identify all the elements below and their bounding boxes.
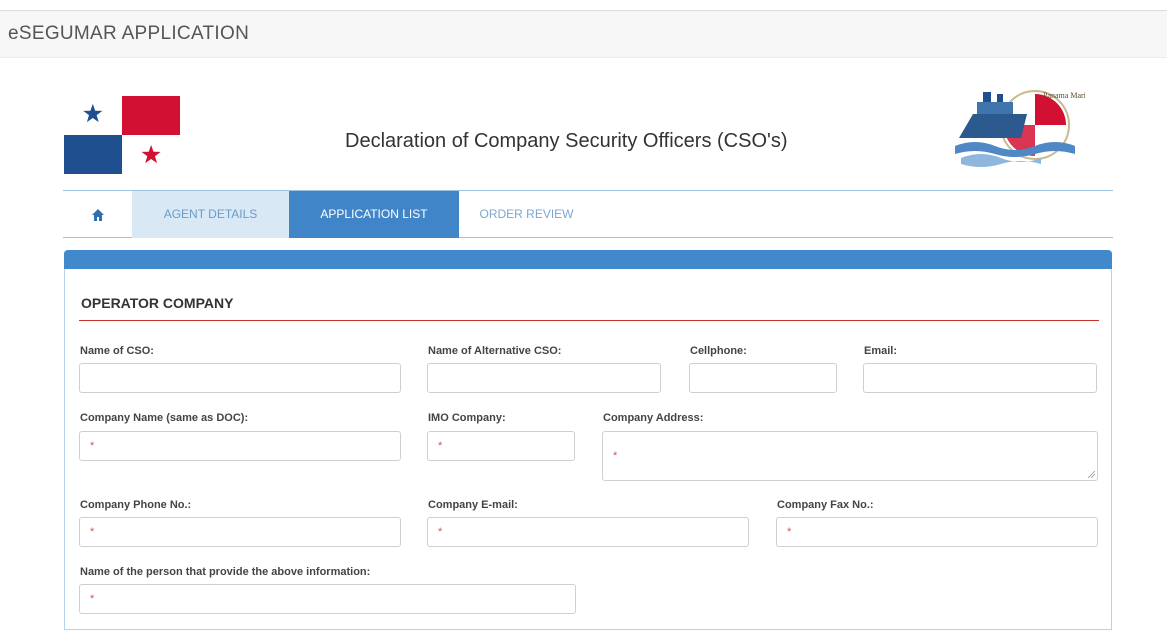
company-address-textarea[interactable]: * bbox=[602, 431, 1098, 481]
required-marker: * bbox=[90, 526, 95, 538]
panel-header-bar bbox=[64, 250, 1112, 269]
page-title: Declaration of Company Security Officers… bbox=[345, 130, 788, 152]
logo-text: Panama Maritime Authority bbox=[1043, 91, 1085, 100]
company-name-input[interactable]: * bbox=[79, 431, 401, 461]
home-icon bbox=[91, 209, 104, 222]
company-phone-input[interactable]: * bbox=[79, 517, 401, 547]
tab-home[interactable] bbox=[63, 191, 132, 238]
name-alt-cso-label: Name of Alternative CSO: bbox=[428, 345, 562, 357]
section-title: OPERATOR COMPANY bbox=[81, 295, 234, 311]
app-title: eSEGUMAR APPLICATION bbox=[8, 23, 250, 44]
tab-application-list[interactable]: APPLICATION LIST bbox=[289, 191, 459, 238]
company-email-input[interactable]: * bbox=[427, 517, 749, 547]
name-cso-input[interactable] bbox=[79, 363, 401, 393]
provider-name-input[interactable]: * bbox=[79, 584, 576, 614]
tab-agent-details[interactable]: AGENT DETAILS bbox=[132, 191, 289, 238]
name-cso-label: Name of CSO: bbox=[80, 345, 154, 357]
required-marker: * bbox=[613, 450, 618, 462]
required-marker: * bbox=[438, 440, 443, 452]
email-input[interactable] bbox=[863, 363, 1097, 393]
cellphone-input[interactable] bbox=[689, 363, 837, 393]
provider-name-label: Name of the person that provide the abov… bbox=[80, 566, 371, 578]
app-header-bar: eSEGUMAR APPLICATION bbox=[0, 10, 1167, 58]
resize-handle-icon[interactable] bbox=[1088, 471, 1095, 478]
required-marker: * bbox=[787, 526, 792, 538]
company-email-label: Company E-mail: bbox=[428, 499, 518, 511]
section-divider bbox=[79, 320, 1099, 321]
name-alt-cso-input[interactable] bbox=[427, 363, 661, 393]
company-address-label: Company Address: bbox=[603, 412, 704, 424]
required-marker: * bbox=[438, 526, 443, 538]
panama-flag-icon bbox=[64, 96, 180, 174]
cellphone-label: Cellphone: bbox=[690, 345, 747, 357]
imo-company-label: IMO Company: bbox=[428, 412, 506, 424]
company-phone-label: Company Phone No.: bbox=[80, 499, 192, 511]
required-marker: * bbox=[90, 593, 95, 605]
company-name-label: Company Name (same as DOC): bbox=[80, 412, 249, 424]
required-marker: * bbox=[90, 440, 95, 452]
company-fax-label: Company Fax No.: bbox=[777, 499, 874, 511]
panama-maritime-authority-logo: Panama Maritime Authority bbox=[955, 90, 1085, 167]
imo-company-input[interactable]: * bbox=[427, 431, 575, 461]
company-fax-input[interactable]: * bbox=[776, 517, 1098, 547]
nav-tabs: AGENT DETAILS APPLICATION LIST ORDER REV… bbox=[63, 190, 1113, 238]
operator-company-panel: OPERATOR COMPANY Name of CSO: Name of Al… bbox=[64, 250, 1112, 630]
email-label: Email: bbox=[864, 345, 898, 357]
tab-order-review[interactable]: ORDER REVIEW bbox=[459, 191, 594, 238]
